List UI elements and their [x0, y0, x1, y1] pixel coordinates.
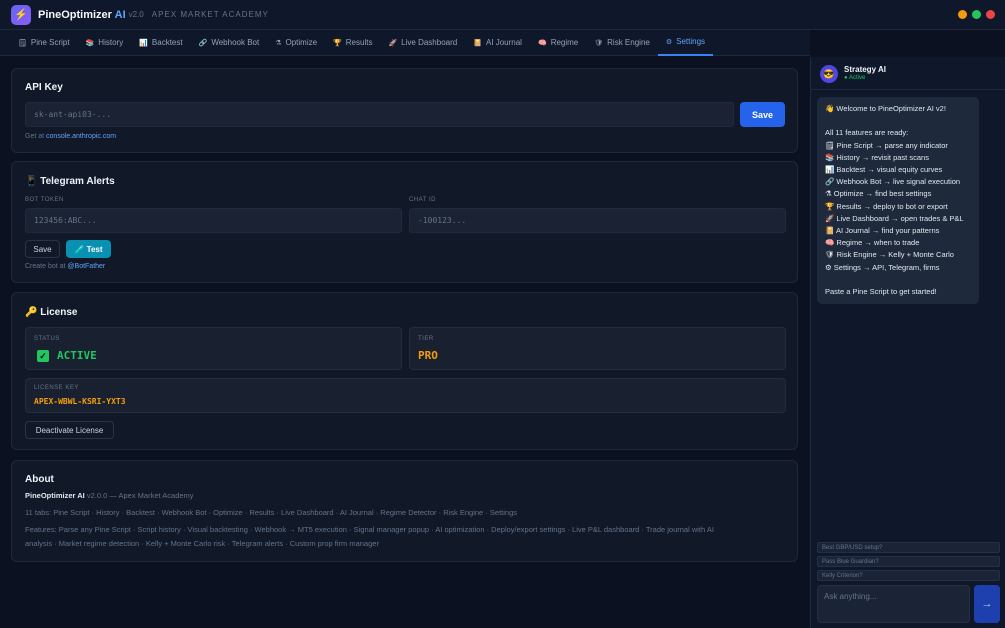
arrow-right-icon: → [981, 598, 993, 610]
app-version: v2.0 [128, 10, 144, 19]
message-line: Paste a Pine Script to get started! [825, 287, 937, 297]
tab-results[interactable]: 🏆 Results [325, 30, 380, 56]
license-key-label: LICENSE KEY [34, 385, 79, 391]
bot-token-label: BOT TOKEN [25, 197, 64, 203]
close-button[interactable] [986, 10, 995, 19]
app-name: PineOptimizer AI [38, 8, 126, 21]
bot-name: Strategy AI [844, 65, 886, 74]
chat-sidebar: 😎 Strategy AI ● Active 👋 Welcome to Pine… [810, 57, 1005, 628]
about-features-line-2: analysis · Market regime detection · Kel… [25, 539, 379, 548]
tab-pine-script[interactable]: 🗒 Pine Script [10, 30, 78, 56]
welcome-message: 👋 Welcome to PineOptimizer AI v2! All 11… [817, 97, 979, 305]
message-line: 📊 Backtest → visual equity curves [825, 165, 943, 174]
tab-bar: 🗒 Pine Script 📚 History 📊 Backtest 🔗 Webhook… [0, 30, 810, 56]
send-button[interactable]: → [974, 585, 1000, 623]
backtest-icon: 📊 [139, 39, 148, 47]
suggestion-chip[interactable]: Pass Blue Guardian? [817, 556, 1000, 567]
about-title: About [25, 474, 54, 485]
telegram-card: 📱 Telegram Alerts BOT TOKEN 123456:ABC..… [11, 161, 798, 283]
status-value: ACTIVE [57, 349, 97, 362]
botfather-link[interactable]: @BotFather [67, 263, 105, 270]
chat-input[interactable]: Ask anything... [817, 585, 970, 623]
settings-panel: API Key sk-ant-api03-... Save Get at con… [0, 57, 810, 628]
journal-icon: 📔 [473, 39, 482, 47]
chat-header: 😎 Strategy AI ● Active [811, 57, 1005, 90]
suggestion-chip[interactable]: Best GBP/USD setup? [817, 542, 1000, 553]
about-features-line-1: Features: Parse any Pine Script · Script… [25, 525, 714, 534]
tier-box: TIER PRO [409, 327, 786, 370]
app-subtitle: APEX MARKET ACADEMY [151, 10, 269, 19]
anthropic-console-link[interactable]: console.anthropic.com [46, 133, 116, 140]
window-controls [958, 10, 995, 19]
telegram-hint: Create bot at @BotFather [25, 263, 106, 270]
license-key-value: APEX-WBWL-KSRI-YXT3 [34, 397, 126, 406]
tab-live-dashboard[interactable]: 🚀 Live Dashboard [380, 30, 465, 56]
chat-id-label: CHAT ID [409, 197, 436, 203]
about-card: About PineOptimizer AI v2.0.0 — Apex Mar… [11, 460, 798, 562]
message-line: 👋 Welcome to PineOptimizer AI v2! [825, 104, 946, 113]
maximize-button[interactable] [972, 10, 981, 19]
lightning-logo-icon: ⚡ [11, 4, 31, 25]
about-name: PineOptimizer AI v2.0.0 — Apex Market Ac… [25, 491, 194, 500]
brain-icon: 🧠 [537, 39, 547, 47]
api-key-input[interactable]: sk-ant-api03-... [25, 102, 734, 127]
api-key-hint: Get at console.anthropic.com [25, 133, 117, 140]
api-key-card: API Key sk-ant-api03-... Save Get at con… [11, 68, 798, 153]
tab-ai-journal[interactable]: 📔 AI Journal [465, 30, 530, 56]
message-line: 📔 AI Journal → find your patterns [825, 226, 940, 236]
tab-backtest[interactable]: 📊 Backtest [131, 30, 190, 56]
optimize-icon: ⚗ [275, 39, 282, 47]
license-title: 🔑 License [25, 307, 78, 318]
deactivate-license-button[interactable]: Deactivate License [25, 421, 114, 439]
trophy-icon: 🏆 [333, 39, 342, 47]
pine-script-icon: 🗒 [18, 39, 27, 47]
title-bar: ⚡ PineOptimizer AI v2.0 APEX MARKET ACAD… [0, 0, 1005, 30]
tab-risk-engine[interactable]: 🛡 Risk Engine [586, 30, 658, 56]
status-label: STATUS [34, 336, 60, 342]
message-line: 📚 History → revisit past scans [825, 152, 929, 162]
shield-icon: 🛡 [594, 39, 604, 47]
telegram-title: 📱 Telegram Alerts [25, 176, 115, 187]
license-card: 🔑 License STATUS ✓ ACTIVE TIER PRO LICEN… [11, 292, 798, 450]
telegram-test-button[interactable]: 🧪 Test [66, 240, 111, 258]
message-line: 🛡 Risk Engine → Kelly + Monte Carlo [825, 250, 954, 260]
license-key-box: LICENSE KEY APEX-WBWL-KSRI-YXT3 [25, 378, 786, 413]
webhook-icon: 🔗 [198, 39, 208, 47]
message-line: 🗒 Pine Script → parse any indicator [825, 140, 948, 150]
about-tabs-line: 11 tabs: Pine Script · History · Backtes… [25, 508, 517, 517]
app-window: ⚡ PineOptimizer AI v2.0 APEX MARKET ACAD… [0, 0, 1005, 628]
tab-optimize[interactable]: ⚗ Optimize [267, 30, 325, 56]
api-key-save-button[interactable]: Save [740, 102, 785, 127]
message-line: ⚗ Optimize → find best settings [825, 189, 932, 199]
tab-history[interactable]: 📚 History [78, 30, 132, 56]
message-line: 🏆 Results → deploy to bot or export [825, 201, 948, 211]
message-line: All 11 features are ready: [825, 128, 909, 138]
live-icon: 🚀 [388, 39, 398, 47]
status-check-icon: ✓ [37, 350, 49, 362]
message-line: 🧠 Regime → when to trade [825, 238, 920, 248]
message-line: ⚙ Settings → API, Telegram, firms [825, 262, 940, 272]
tier-value: PRO [418, 349, 438, 362]
api-key-title: API Key [25, 82, 63, 93]
tab-regime[interactable]: 🧠 Regime [530, 30, 586, 56]
suggestion-chip[interactable]: Kelly Criterion? [817, 570, 1000, 581]
bot-avatar-icon: 😎 [820, 65, 838, 83]
chat-id-input[interactable]: -100123... [409, 208, 786, 233]
bot-token-input[interactable]: 123456:ABC... [25, 208, 402, 233]
tab-settings[interactable]: ⚙ Settings [657, 30, 714, 56]
history-icon: 📚 [85, 39, 95, 47]
bot-status: ● Active [844, 75, 866, 81]
message-line: 🔗 Webhook Bot → live signal execution [825, 177, 961, 187]
tab-webhook-bot[interactable]: 🔗 Webhook Bot [191, 30, 268, 56]
gear-icon: ⚙ [665, 38, 673, 46]
message-line: 🚀 Live Dashboard → open trades & P&L [825, 213, 964, 223]
minimize-button[interactable] [958, 10, 967, 19]
tier-label: TIER [418, 336, 434, 342]
telegram-save-button[interactable]: Save [25, 240, 60, 258]
status-box: STATUS ✓ ACTIVE [25, 327, 402, 370]
